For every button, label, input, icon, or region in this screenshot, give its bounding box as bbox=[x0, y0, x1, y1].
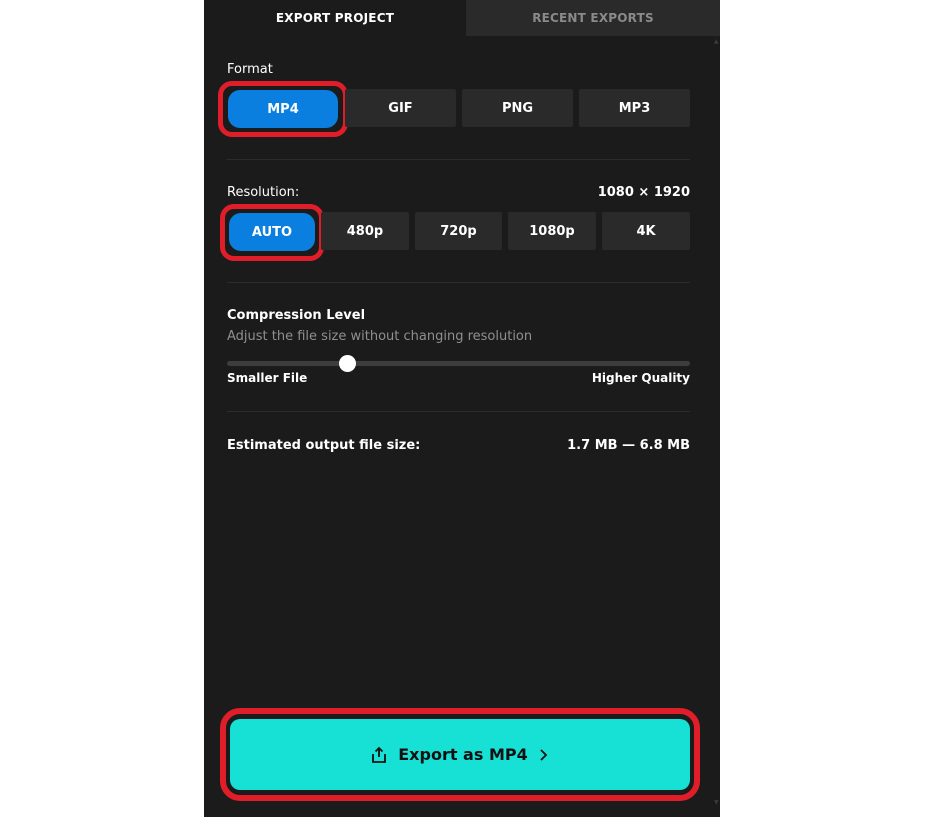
resolution-option-auto[interactable]: AUTO bbox=[229, 213, 315, 251]
estimated-size-label: Estimated output file size: bbox=[227, 438, 421, 453]
format-option-mp3[interactable]: MP3 bbox=[579, 89, 690, 127]
export-button[interactable]: Export as MP4 bbox=[230, 719, 690, 790]
format-option-mp3-label: MP3 bbox=[618, 100, 651, 116]
export-button-label: Export as MP4 bbox=[398, 745, 528, 764]
chevron-right-icon bbox=[538, 748, 550, 762]
format-option-mp4[interactable]: MP4 bbox=[228, 90, 338, 128]
resolution-option-1080p-label: 1080p bbox=[529, 223, 575, 239]
resolution-option-4k-label: 4K bbox=[636, 223, 656, 239]
resolution-option-720p-label: 720p bbox=[440, 223, 477, 239]
format-option-gif-label: GIF bbox=[388, 100, 413, 116]
format-option-png[interactable]: PNG bbox=[462, 89, 573, 127]
resolution-option-4k[interactable]: 4K bbox=[602, 212, 690, 250]
scroll-down-arrow-icon[interactable]: ▼ bbox=[714, 800, 720, 806]
resolution-dimensions: 1080 × 1920 bbox=[597, 185, 690, 200]
tab-recent-exports-label: RECENT EXPORTS bbox=[532, 11, 654, 25]
compression-min-label: Smaller File bbox=[227, 371, 308, 385]
format-option-gif[interactable]: GIF bbox=[345, 89, 456, 127]
divider bbox=[227, 159, 690, 160]
tab-export-project-label: EXPORT PROJECT bbox=[275, 11, 395, 25]
resolution-option-480p-label: 480p bbox=[346, 223, 384, 239]
tab-recent-exports[interactable]: RECENT EXPORTS bbox=[466, 0, 720, 36]
export-panel: EXPORT PROJECT RECENT EXPORTS ▲ Format M… bbox=[204, 0, 720, 817]
resolution-label: Resolution: bbox=[227, 185, 300, 200]
divider bbox=[227, 282, 690, 283]
resolution-option-1080p[interactable]: 1080p bbox=[508, 212, 596, 250]
compression-slider-thumb[interactable] bbox=[339, 355, 357, 372]
tab-export-project[interactable]: EXPORT PROJECT bbox=[204, 0, 466, 36]
share-export-icon bbox=[370, 746, 388, 764]
resolution-option-720p[interactable]: 720p bbox=[415, 212, 502, 250]
estimated-size-value: 1.7 MB — 6.8 MB bbox=[567, 438, 690, 453]
resolution-option-auto-label: AUTO bbox=[251, 224, 293, 240]
compression-label: Compression Level bbox=[227, 308, 366, 323]
compression-description: Adjust the file size without changing re… bbox=[227, 329, 533, 344]
format-option-png-label: PNG bbox=[501, 100, 534, 116]
compression-max-label: Higher Quality bbox=[591, 371, 690, 385]
divider bbox=[227, 411, 690, 412]
format-option-mp4-label: MP4 bbox=[267, 101, 299, 117]
resolution-option-480p[interactable]: 480p bbox=[321, 212, 409, 250]
compression-slider-track[interactable] bbox=[227, 355, 690, 372]
scroll-up-arrow-icon[interactable]: ▲ bbox=[714, 39, 720, 45]
format-label: Format bbox=[227, 62, 273, 77]
